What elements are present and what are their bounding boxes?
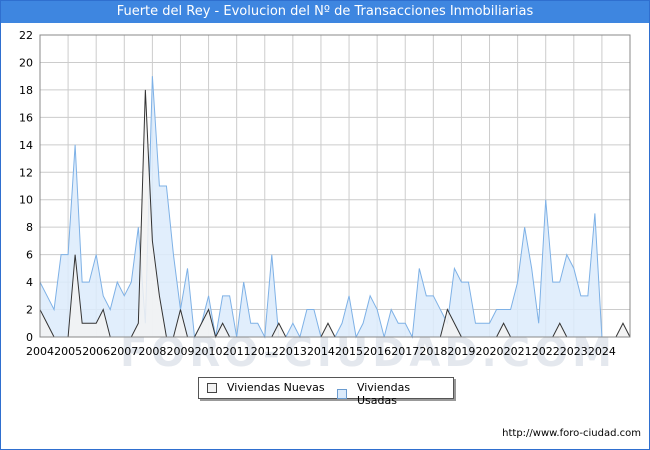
x-tick-label: 2024 xyxy=(588,345,616,358)
x-tick-label: 2021 xyxy=(504,345,532,358)
y-tick-label: 14 xyxy=(19,139,33,152)
x-tick-label: 2017 xyxy=(391,345,419,358)
legend-label-usadas: Viviendas Usadas xyxy=(356,381,411,407)
x-tick-label: 2005 xyxy=(54,345,82,358)
x-tick-label: 2023 xyxy=(560,345,588,358)
site-credit: http://www.foro-ciudad.com xyxy=(502,428,641,439)
x-tick-label: 2012 xyxy=(251,345,279,358)
y-tick-label: 8 xyxy=(26,221,33,234)
x-tick-label: 2006 xyxy=(82,345,110,358)
x-tick-label: 2022 xyxy=(532,345,560,358)
y-tick-label: 16 xyxy=(19,111,33,124)
x-tick-label: 2013 xyxy=(279,345,307,358)
y-tick-label: 0 xyxy=(26,331,33,344)
x-tick-label: 2008 xyxy=(138,345,166,358)
y-tick-label: 20 xyxy=(19,56,33,69)
x-tick-label: 2004 xyxy=(26,345,54,358)
legend-item-nuevas: Viviendas Nuevas xyxy=(207,381,325,394)
x-tick-label: 2020 xyxy=(476,345,504,358)
x-tick-label: 2010 xyxy=(195,345,223,358)
x-tick-label: 2018 xyxy=(419,345,447,358)
y-tick-label: 4 xyxy=(26,276,33,289)
y-tick-label: 12 xyxy=(19,166,33,179)
x-tick-label: 2016 xyxy=(363,345,391,358)
y-tick-label: 6 xyxy=(26,249,33,262)
y-tick-label: 10 xyxy=(19,194,33,207)
legend-label-nuevas: Viviendas Nuevas xyxy=(227,381,325,394)
y-tick-label: 22 xyxy=(19,29,33,42)
x-tick-label: 2015 xyxy=(335,345,363,358)
y-tick-label: 2 xyxy=(26,304,33,317)
legend-swatch-nuevas xyxy=(207,382,217,393)
x-tick-label: 2014 xyxy=(307,345,335,358)
y-tick-label: 18 xyxy=(19,84,33,97)
x-tick-label: 2011 xyxy=(223,345,251,358)
legend-swatch-usadas xyxy=(337,389,347,399)
x-tick-label: 2009 xyxy=(166,345,194,358)
legend: Viviendas Nuevas Viviendas Usadas xyxy=(198,377,454,407)
legend-item-usadas: Viviendas Usadas xyxy=(337,381,453,407)
x-tick-label: 2007 xyxy=(110,345,138,358)
x-tick-label: 2019 xyxy=(447,345,475,358)
